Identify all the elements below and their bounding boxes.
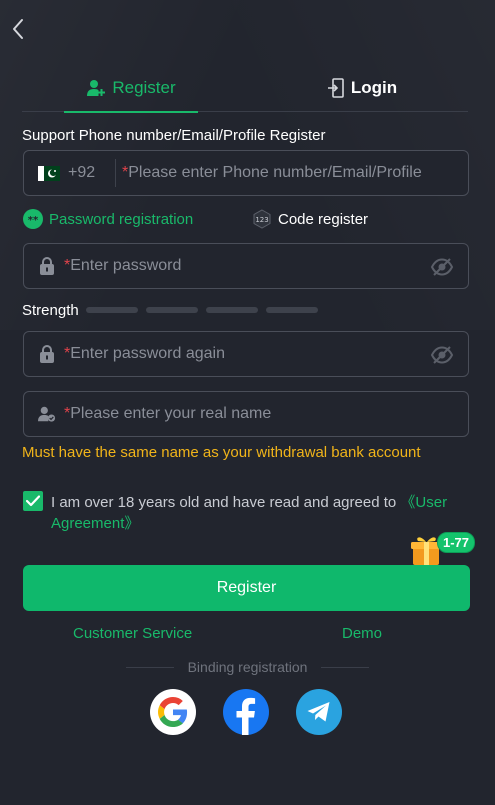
checkmark-icon [26, 495, 40, 507]
divider-line [126, 666, 174, 668]
promo-badge: 1-77 [437, 532, 475, 553]
lock-icon [38, 256, 56, 276]
register-button[interactable]: Register [23, 565, 470, 611]
login-door-icon [327, 78, 344, 98]
facebook-icon [236, 697, 256, 735]
code-123-icon: 123 [253, 209, 271, 229]
country-code: +92 [68, 164, 96, 181]
registration-mode-row: ** Password registration 123 Code regist… [23, 209, 469, 231]
back-button[interactable] [6, 16, 30, 42]
mode-password-registration[interactable]: ** Password registration [23, 209, 193, 229]
agreement-checkbox[interactable] [23, 491, 43, 511]
mode-code-register[interactable]: 123 Code register [252, 209, 368, 229]
eye-off-icon[interactable] [430, 345, 454, 365]
customer-service-link[interactable]: Customer Service [73, 625, 192, 642]
tab-register[interactable]: Register [64, 64, 198, 113]
agreement-statement: I am over 18 years old and have read and… [51, 494, 401, 511]
demo-link[interactable]: Demo [342, 625, 382, 642]
phone-field[interactable]: +92 * Please enter Phone number/Email/Pr… [23, 150, 469, 196]
google-login-button[interactable] [150, 689, 196, 735]
strength-label: Strength [22, 302, 79, 319]
strength-bar [146, 307, 198, 313]
mode-code-label: Code register [278, 210, 369, 228]
user-add-icon [87, 80, 106, 96]
mode-password-label: Password registration [49, 210, 194, 228]
password-field[interactable]: * Enter password [23, 243, 469, 289]
password-strength-meter [86, 307, 318, 313]
eye-off-icon[interactable] [430, 257, 454, 277]
strength-bar [86, 307, 138, 313]
password-again-field[interactable]: * Enter password again [23, 331, 469, 377]
svg-text:123: 123 [255, 216, 268, 224]
facebook-login-button[interactable] [223, 689, 269, 735]
google-icon [158, 697, 188, 727]
telegram-login-button[interactable] [296, 689, 342, 735]
real-name-field[interactable]: * Please enter your real name [23, 391, 469, 437]
tab-login[interactable]: Login [312, 64, 412, 112]
country-code-selector[interactable]: +92 [24, 159, 116, 187]
phone-input-placeholder: Please enter Phone number/Email/Profile [128, 164, 422, 181]
real-name-input-placeholder: Please enter your real name [70, 405, 272, 422]
password-dots-icon: ** [23, 209, 43, 229]
strength-bar [206, 307, 258, 313]
agreement-text: I am over 18 years old and have read and… [51, 492, 461, 534]
lock-icon [38, 344, 56, 364]
auth-tabs: Register Login [22, 64, 468, 113]
binding-registration-label: Binding registration [187, 659, 308, 675]
chevron-left-icon [13, 19, 23, 39]
telegram-icon [307, 702, 330, 722]
name-warning-text: Must have the same name as your withdraw… [22, 444, 421, 461]
password-again-input-placeholder: Enter password again [70, 345, 225, 362]
tab-register-label: Register [112, 78, 176, 97]
pakistan-flag-icon [38, 165, 60, 181]
svg-text:**: ** [28, 215, 39, 226]
binding-registration-divider: Binding registration [126, 659, 370, 675]
password-input-placeholder: Enter password [70, 257, 182, 274]
user-verified-icon [38, 404, 56, 424]
divider-line [321, 666, 370, 668]
strength-bar [266, 307, 318, 313]
support-register-label: Support Phone number/Email/Profile Regis… [22, 127, 326, 144]
tab-login-label: Login [350, 78, 398, 97]
